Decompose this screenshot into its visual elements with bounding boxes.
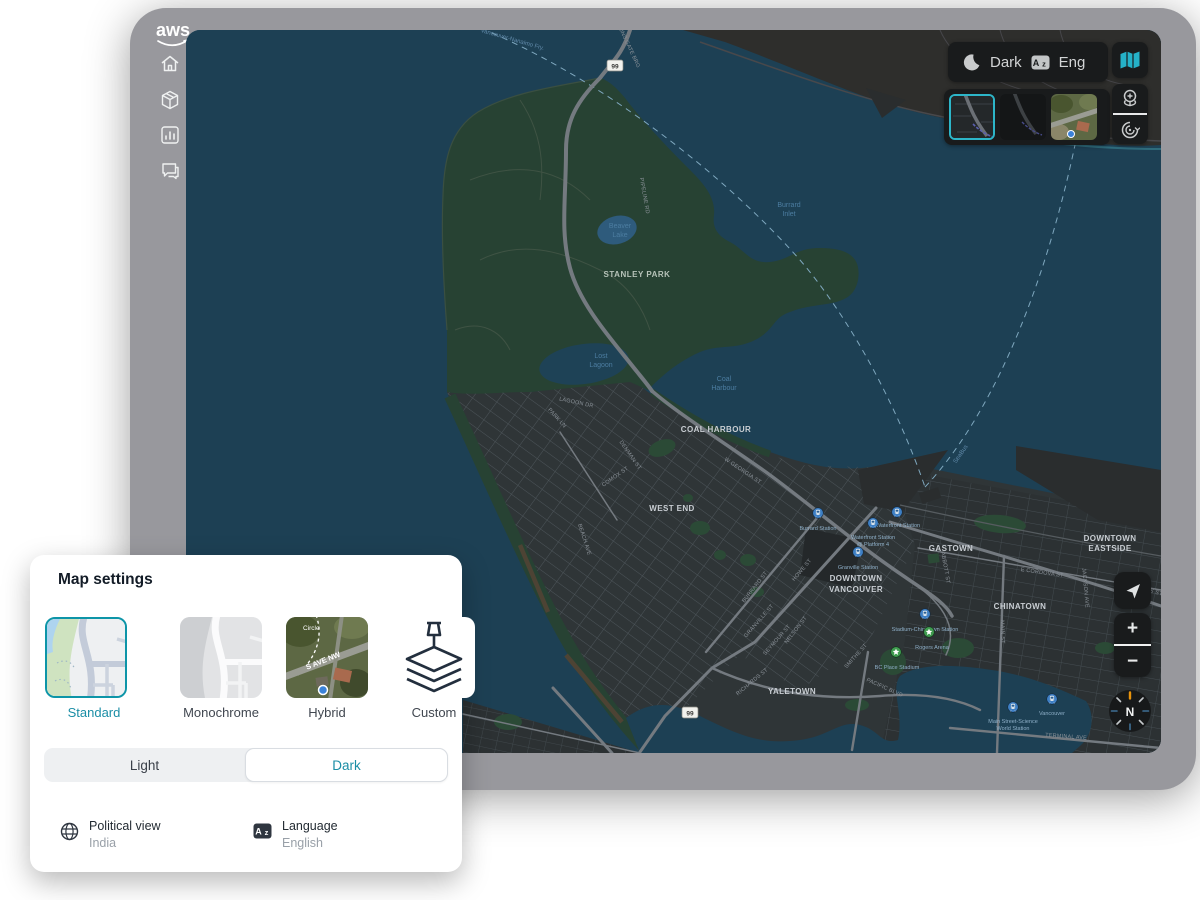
style-thumbnails (944, 89, 1110, 145)
svg-text:Main Street-Science: Main Street-Science (988, 719, 1038, 725)
svg-text:VANCOUVER: VANCOUVER (829, 585, 883, 594)
language-translate-icon: A z (253, 823, 272, 839)
svg-text:A: A (255, 827, 262, 837)
scheme-language-pill: Dark A z Eng (948, 42, 1108, 82)
zoom-in-button[interactable]: + (1114, 613, 1151, 644)
svg-text:Burrard: Burrard (777, 202, 800, 209)
style-label-hybrid: Hybrid (272, 705, 382, 720)
svg-text:Burrard Station: Burrard Station (800, 526, 837, 532)
thumbnail-hybrid[interactable] (1051, 94, 1097, 140)
svg-text:World Station: World Station (997, 726, 1030, 732)
style-option-monochrome[interactable] (180, 617, 262, 698)
locate-me-button[interactable] (1114, 572, 1151, 609)
map-tools-stack (1112, 84, 1148, 144)
geofence-icon (1120, 120, 1140, 140)
language-setting-label: Language (282, 819, 338, 833)
navigation-arrow-icon (1123, 581, 1143, 601)
svg-text:Vancouver: Vancouver (1039, 711, 1065, 717)
svg-text:Lake: Lake (612, 232, 627, 239)
translate-icon: A z (1031, 55, 1050, 70)
svg-text:Rogers Arena: Rogers Arena (915, 645, 950, 651)
svg-text:MAIN ST: MAIN ST (999, 620, 1006, 644)
language-label: Eng (1059, 54, 1086, 71)
svg-text:Beaver: Beaver (609, 223, 632, 230)
svg-text:A: A (1032, 58, 1039, 68)
svg-text:Lagoon: Lagoon (589, 362, 612, 369)
svg-text:Harbour: Harbour (711, 385, 737, 392)
color-scheme-label: Dark (990, 54, 1022, 71)
zoom-control: + − (1114, 613, 1151, 677)
political-view-label: Political view (89, 819, 161, 833)
scheme-option-dark[interactable]: Dark (245, 748, 448, 782)
moon-icon (961, 52, 981, 72)
color-scheme-toggle: Light Dark (44, 748, 448, 782)
svg-text:WEST END: WEST END (649, 504, 694, 513)
svg-text:COAL HARBOUR: COAL HARBOUR (681, 425, 751, 434)
svg-text:99: 99 (611, 64, 619, 71)
svg-text:Waterfront Station: Waterfront Station (876, 523, 920, 529)
add-place-button[interactable] (1112, 84, 1148, 113)
style-label-monochrome: Monochrome (166, 705, 276, 720)
package-icon[interactable] (158, 88, 182, 112)
thumbnail-monochrome-dark[interactable] (1000, 94, 1046, 140)
svg-text:STANLEY PARK: STANLEY PARK (604, 270, 671, 279)
globe-icon (60, 822, 79, 841)
map-icon (1119, 50, 1141, 70)
zoom-out-button[interactable]: − (1114, 646, 1151, 677)
svg-text:Inlet: Inlet (782, 211, 795, 218)
svg-text:YALETOWN: YALETOWN (768, 687, 816, 696)
style-label-custom: Custom (379, 705, 489, 720)
map-settings-panel: Map settings Circl (30, 555, 462, 872)
svg-text:BC Place Stadium: BC Place Stadium (875, 665, 920, 671)
svg-text:z: z (265, 828, 269, 837)
svg-text:Waterfront Station: Waterfront Station (851, 535, 895, 541)
svg-text:CHINATOWN: CHINATOWN (994, 602, 1047, 611)
svg-text:z: z (1042, 59, 1046, 68)
svg-text:Granville Station: Granville Station (838, 565, 878, 571)
compass-north-label: N (1126, 705, 1135, 719)
compass[interactable]: N (1108, 689, 1152, 733)
svg-text:DOWNTOWN: DOWNTOWN (1084, 534, 1137, 543)
home-icon[interactable] (158, 52, 182, 76)
political-view-value: India (89, 836, 161, 850)
style-option-standard[interactable] (45, 617, 127, 698)
chat-icon[interactable] (158, 159, 182, 183)
political-view-setting[interactable]: Political view India (60, 819, 161, 850)
pin-plus-icon (1120, 88, 1140, 110)
layers-pin-icon (393, 617, 475, 698)
language-setting[interactable]: A z Language English (253, 819, 338, 850)
language-setting-value: English (282, 836, 338, 850)
svg-text:DOWNTOWN: DOWNTOWN (830, 574, 883, 583)
svg-text:EASTSIDE: EASTSIDE (1088, 544, 1131, 553)
metrics-icon[interactable] (158, 123, 182, 147)
map-style-button[interactable] (1112, 42, 1148, 78)
svg-text:Coal: Coal (717, 376, 732, 383)
style-label-standard: Standard (39, 705, 149, 720)
svg-text:99: 99 (686, 711, 694, 718)
svg-text:@ Platform 4: @ Platform 4 (857, 542, 889, 548)
svg-text:Circle: Circle (303, 625, 320, 632)
thumbnail-standard-dark[interactable] (949, 94, 995, 140)
scheme-option-light[interactable]: Light (44, 748, 245, 782)
style-option-hybrid[interactable]: Circle S AVE NW (286, 617, 368, 698)
svg-text:GASTOWN: GASTOWN (929, 544, 973, 553)
panel-title: Map settings (58, 571, 153, 589)
svg-text:Lost: Lost (594, 353, 607, 360)
svg-text:aws: aws (156, 20, 190, 40)
geofence-button[interactable] (1112, 115, 1148, 144)
style-option-custom[interactable] (393, 617, 475, 698)
